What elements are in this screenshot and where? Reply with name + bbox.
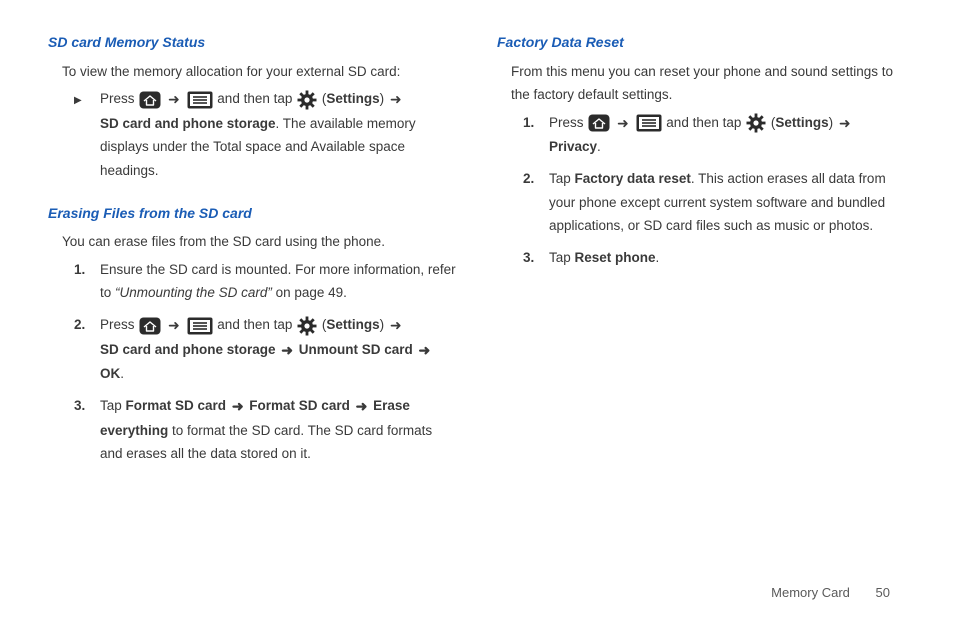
bold-text: SD card and phone storage	[100, 342, 279, 357]
bold-text: Unmount SD card	[295, 342, 417, 357]
text: .	[120, 366, 124, 381]
text: Press	[100, 317, 138, 332]
text: Tap	[100, 398, 126, 413]
heading-sd-memory-status: SD card Memory Status	[48, 30, 457, 55]
text: .	[597, 139, 601, 154]
settings-label: Settings	[775, 115, 828, 130]
right-column: Factory Data Reset From this menu you ca…	[497, 30, 906, 474]
bold-text: SD card and phone storage	[100, 116, 276, 131]
page-footer: Memory Card 50	[771, 585, 890, 600]
home-icon	[139, 317, 161, 335]
arrow-icon: ➜	[419, 342, 431, 358]
bold-text: Factory data reset	[575, 171, 691, 186]
text: on page 49.	[272, 285, 347, 300]
home-icon	[139, 91, 161, 109]
list-item: 2. Tap Factory data reset. This action e…	[523, 167, 906, 238]
settings-label: Settings	[326, 91, 379, 106]
list-item: 3. Tap Format SD card ➜ Format SD card ➜…	[74, 394, 457, 466]
footer-section: Memory Card	[771, 585, 850, 600]
text: )	[829, 115, 837, 130]
list-item: 1. Press ➜ and then tap (Settings) ➜ Pri…	[523, 111, 906, 159]
step-number: 1.	[74, 258, 100, 305]
bold-text: Reset phone	[575, 250, 656, 265]
step-number: 2.	[74, 313, 100, 386]
intro-sd-memory: To view the memory allocation for your e…	[62, 60, 457, 84]
menu-icon	[636, 114, 662, 132]
arrow-icon: ➜	[281, 342, 293, 358]
arrow-icon: ➜	[356, 398, 368, 414]
text: Tap	[549, 250, 575, 265]
step-number: 3.	[523, 246, 549, 270]
intro-factory-reset: From this menu you can reset your phone …	[511, 60, 906, 107]
gear-icon	[297, 316, 317, 336]
arrow-icon: ➜	[168, 91, 180, 107]
text: Press	[100, 91, 138, 106]
list-item: 2. Press ➜ and then tap (Settings) ➜ SD …	[74, 313, 457, 386]
home-icon	[588, 114, 610, 132]
gear-icon	[297, 90, 317, 110]
text: )	[380, 91, 388, 106]
bullet-triangle-icon	[74, 87, 100, 183]
text: Press	[549, 115, 587, 130]
step-number: 3.	[74, 394, 100, 466]
text: and then tap	[666, 115, 745, 130]
intro-erasing: You can erase files from the SD card usi…	[62, 230, 457, 254]
bold-text: Format SD card	[126, 398, 230, 413]
heading-factory-reset: Factory Data Reset	[497, 30, 906, 55]
text: )	[380, 317, 388, 332]
arrow-icon: ➜	[168, 317, 180, 333]
step-number: 2.	[523, 167, 549, 238]
text: and then tap	[217, 91, 296, 106]
step-sd-memory: Press ➜ and then tap (Settings) ➜ SD car…	[74, 87, 457, 183]
heading-erasing-files: Erasing Files from the SD card	[48, 201, 457, 226]
menu-icon	[187, 317, 213, 335]
bold-text: OK	[100, 366, 120, 381]
arrow-icon: ➜	[617, 115, 629, 131]
step-number: 1.	[523, 111, 549, 159]
text: and then tap	[217, 317, 296, 332]
bold-text: Privacy	[549, 139, 597, 154]
settings-label: Settings	[326, 317, 379, 332]
arrow-icon: ➜	[390, 91, 402, 107]
reference-italic: “Unmounting the SD card”	[115, 285, 272, 300]
text: .	[656, 250, 660, 265]
list-item: 3. Tap Reset phone.	[523, 246, 906, 270]
text: Tap	[549, 171, 575, 186]
menu-icon	[187, 91, 213, 109]
bold-text: Format SD card	[246, 398, 354, 413]
left-column: SD card Memory Status To view the memory…	[48, 30, 457, 474]
arrow-icon: ➜	[390, 317, 402, 333]
list-item: 1. Ensure the SD card is mounted. For mo…	[74, 258, 457, 305]
page-number: 50	[876, 585, 890, 600]
gear-icon	[746, 113, 766, 133]
arrow-icon: ➜	[839, 115, 851, 131]
arrow-icon: ➜	[232, 398, 244, 414]
